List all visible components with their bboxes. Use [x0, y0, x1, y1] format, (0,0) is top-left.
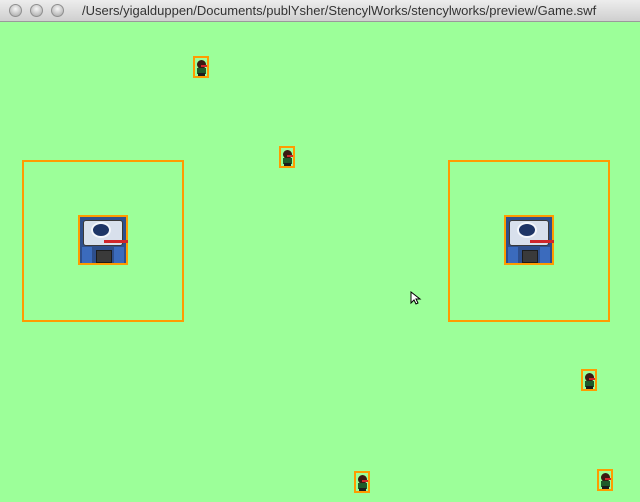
tower-side-right — [540, 247, 550, 263]
mouse-pointer-icon — [410, 291, 422, 305]
enemy-legs — [586, 386, 593, 389]
tower-side-left — [82, 247, 92, 263]
enemy-legs — [198, 73, 205, 76]
enemy-sprite[interactable] — [581, 369, 597, 391]
tower-barrel — [104, 240, 128, 243]
tower-side-right — [114, 247, 124, 263]
game-canvas[interactable] — [0, 22, 640, 502]
tower-barrel — [530, 240, 554, 243]
zoom-window-button[interactable] — [51, 4, 64, 17]
enemy-sprite[interactable] — [597, 469, 613, 491]
enemy-health-bar — [201, 65, 207, 67]
enemy-health-bar — [589, 378, 595, 380]
enemy-health-bar — [287, 155, 293, 157]
enemy-health-bar — [605, 478, 611, 480]
enemy-legs — [359, 488, 366, 491]
window-title: /Users/yigalduppen/Documents/publYsher/S… — [82, 3, 597, 18]
enemy-legs — [284, 163, 291, 166]
tower-base — [96, 250, 112, 263]
turret-icon — [91, 222, 111, 238]
enemy-legs — [602, 486, 609, 489]
enemy-health-bar — [362, 480, 368, 482]
window-controls — [9, 4, 64, 17]
tower-side-left — [508, 247, 518, 263]
turret-icon — [517, 222, 537, 238]
close-window-button[interactable] — [9, 4, 22, 17]
tower-base — [522, 250, 538, 263]
minimize-window-button[interactable] — [30, 4, 43, 17]
enemy-sprite[interactable] — [193, 56, 209, 78]
window-titlebar[interactable]: /Users/yigalduppen/Documents/publYsher/S… — [0, 0, 640, 22]
enemy-sprite[interactable] — [279, 146, 295, 168]
tower-left[interactable] — [78, 215, 128, 265]
tower-right[interactable] — [504, 215, 554, 265]
enemy-sprite[interactable] — [354, 471, 370, 493]
